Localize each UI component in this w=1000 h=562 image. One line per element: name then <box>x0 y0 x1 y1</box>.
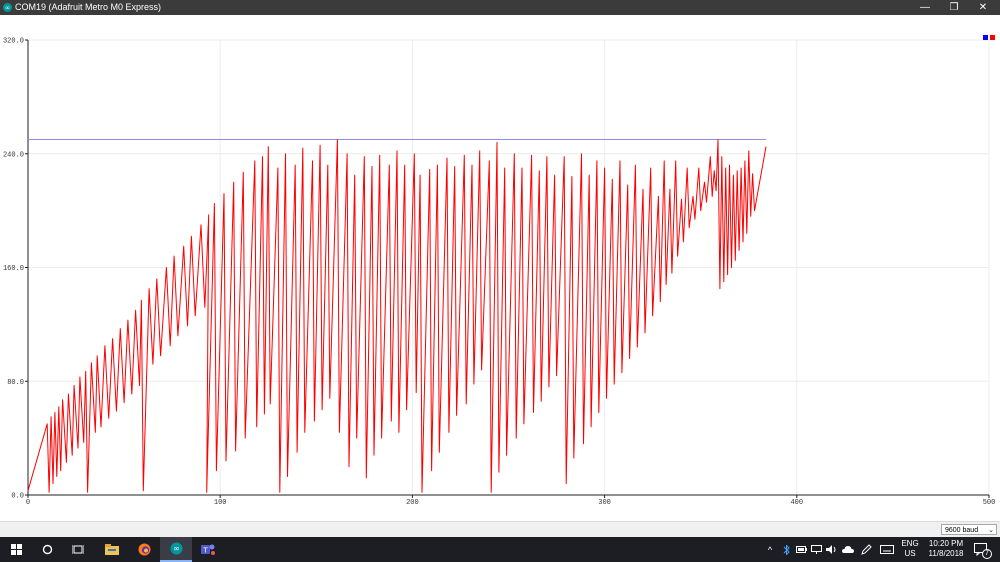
window-titlebar: ∞ COM19 (Adafruit Metro M0 Express) — ❐ … <box>0 0 1000 15</box>
close-button[interactable]: ✕ <box>968 0 998 15</box>
file-explorer-icon <box>105 544 119 555</box>
notification-count: 7 <box>982 549 992 559</box>
x-tick-label: 400 <box>790 499 803 507</box>
volume-icon[interactable] <box>825 537 837 562</box>
y-tick-label: 240.0 <box>3 151 24 159</box>
legend-series-2 <box>990 35 995 40</box>
input-language-indicator[interactable]: ENG US <box>900 539 920 559</box>
teams-icon: T <box>201 544 215 555</box>
y-tick-label: 0.0 <box>11 493 24 501</box>
svg-text:T: T <box>202 547 208 555</box>
firefox-button[interactable] <box>128 537 160 562</box>
window-title: COM19 (Adafruit Metro M0 Express) <box>15 2 162 12</box>
firefox-icon <box>138 543 150 556</box>
x-tick-label: 200 <box>406 499 419 507</box>
x-tick-label: 100 <box>214 499 227 507</box>
show-hidden-icons-button[interactable]: ^ <box>764 537 776 562</box>
x-tick-label: 300 <box>598 499 611 507</box>
y-tick-label: 80.0 <box>7 379 24 387</box>
task-view-icon <box>72 545 84 554</box>
search-icon <box>42 544 52 555</box>
svg-text:∞: ∞ <box>5 4 10 11</box>
battery-icon[interactable] <box>795 537 807 562</box>
arduino-app-icon: ∞ <box>3 3 12 12</box>
series-line-2 <box>27 139 767 493</box>
arduino-taskbar-button[interactable]: ∞ <box>160 537 192 562</box>
y-tick-label: 320.0 <box>3 38 24 46</box>
plot-chart: 0 100 200 300 400 500 0.0 80.0 160.0 240.0 320.0 <box>3 38 996 508</box>
clock-time: 10:20 PM <box>928 539 964 548</box>
minimize-button[interactable]: — <box>910 0 940 15</box>
network-icon[interactable] <box>810 537 822 562</box>
x-tick-label: 500 <box>983 499 996 507</box>
baud-rate-value: 9600 baud <box>945 527 979 534</box>
system-clock[interactable]: 10:20 PM 11/8/2018 <box>926 539 966 559</box>
action-center-button[interactable]: 7 <box>972 537 992 562</box>
file-explorer-button[interactable] <box>96 537 128 562</box>
search-button[interactable] <box>31 537 63 562</box>
chevron-down-icon: ⌄ <box>988 527 994 534</box>
serial-plotter-area: 0 100 200 300 400 500 0.0 80.0 160.0 240.0 320.0 <box>0 15 1000 521</box>
pen-icon[interactable] <box>859 537 873 562</box>
x-tick-label: 0 <box>26 499 30 507</box>
svg-text:∞: ∞ <box>173 544 180 553</box>
bluetooth-icon[interactable] <box>780 537 792 562</box>
arduino-icon: ∞ <box>170 542 182 555</box>
windows-taskbar: ∞ T ^ ENG US 10:20 PM 11/8/2018 7 <box>0 537 1000 562</box>
region-code: US <box>904 549 916 558</box>
keyboard-icon[interactable] <box>879 537 895 562</box>
legend-series-1 <box>983 35 988 40</box>
restore-button[interactable]: ❐ <box>939 0 969 15</box>
windows-start-button[interactable] <box>0 537 32 562</box>
y-tick-label: 160.0 <box>3 265 24 273</box>
plotter-bottom-bar: 9600 baud ⌄ <box>0 521 1000 538</box>
baud-rate-select[interactable]: 9600 baud ⌄ <box>941 524 997 535</box>
language-code: ENG <box>901 539 919 548</box>
clock-date: 11/8/2018 <box>928 549 964 558</box>
windows-start-icon <box>10 544 22 555</box>
task-view-button[interactable] <box>62 537 94 562</box>
onedrive-icon[interactable] <box>841 537 855 562</box>
teams-button[interactable]: T <box>192 537 224 562</box>
